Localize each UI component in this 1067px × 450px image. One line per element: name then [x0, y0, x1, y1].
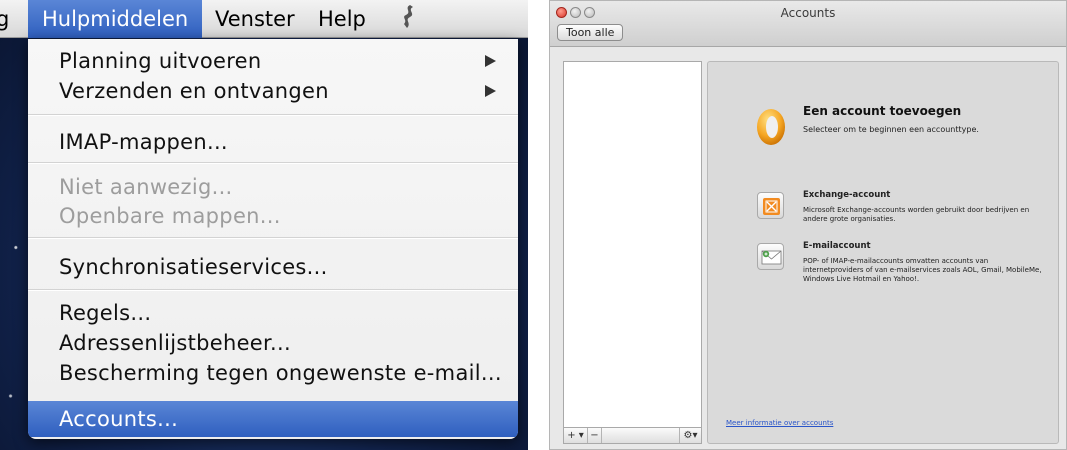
exchange-account-description: Microsoft Exchange-accounts worden gebru…	[803, 206, 1030, 223]
menu-bar-item-help[interactable]: Help	[318, 0, 366, 38]
menu-item-label: Verzenden en ontvangen	[59, 79, 329, 103]
show-all-button[interactable]: Toon alle	[557, 24, 624, 41]
email-account-icon[interactable]	[757, 243, 784, 270]
menu-item-regels[interactable]: Regels...	[59, 299, 506, 327]
add-account-pane: Een account toevoegen Selecteer om te be…	[707, 61, 1059, 444]
exchange-account-name: Exchange-account	[803, 190, 891, 200]
menu-item-accounts[interactable]: Accounts...	[28, 401, 518, 437]
hulpmiddelen-dropdown-menu: Planning uitvoeren Verzenden en ontvange…	[28, 39, 518, 439]
email-account-option[interactable]: E-mailaccount POP- of IMAP-e-mailaccount…	[803, 241, 1043, 284]
window-title: Accounts	[780, 6, 836, 20]
menu-item-verzenden-en-ontvangen[interactable]: Verzenden en ontvangen	[59, 77, 506, 105]
outlook-logo-icon	[756, 108, 786, 146]
remove-account-button[interactable]: −	[588, 428, 602, 443]
exchange-account-option[interactable]: Exchange-account Microsoft Exchange-acco…	[803, 190, 1043, 224]
menu-item-label: Synchronisatieservices...	[59, 255, 328, 279]
menu-separator	[28, 162, 518, 164]
menu-bar-item-venster[interactable]: Venster	[215, 0, 295, 38]
email-account-name: E-mailaccount	[803, 241, 871, 251]
menu-item-label: IMAP-mappen...	[59, 130, 228, 154]
menu-item-label: Regels...	[59, 301, 152, 325]
accounts-list[interactable]: + ▾ − ⚙▾	[563, 61, 702, 444]
window-titlebar: Accounts Toon alle	[550, 1, 1066, 47]
menu-item-synchronisatieservices[interactable]: Synchronisatieservices...	[59, 253, 506, 281]
menu-item-bescherming-ongewenste-email[interactable]: Bescherming tegen ongewenste e-mail...	[59, 359, 506, 387]
exchange-icon[interactable]	[757, 192, 784, 219]
accounts-window: Accounts Toon alle + ▾ − ⚙▾ Een account …	[549, 0, 1067, 450]
menu-item-label: Niet aanwezig...	[59, 175, 233, 199]
menu-screenshot: g Hulpmiddelen Venster Help Planning uit…	[0, 0, 528, 450]
menu-item-openbare-mappen: Openbare mappen...	[59, 202, 506, 230]
menu-item-label: Bescherming tegen ongewenste e-mail...	[59, 361, 502, 385]
add-account-button[interactable]: + ▾	[564, 428, 588, 443]
submenu-arrow-icon	[485, 55, 496, 67]
menu-item-planning-uitvoeren[interactable]: Planning uitvoeren	[59, 47, 506, 75]
menu-bar: g Hulpmiddelen Venster Help	[0, 0, 528, 38]
menu-item-niet-aanwezig: Niet aanwezig...	[59, 173, 506, 201]
menu-bar-item-cut[interactable]: g	[0, 0, 12, 38]
menu-item-imap-mappen[interactable]: IMAP-mappen...	[59, 128, 506, 156]
accounts-list-toolbar: + ▾ − ⚙▾	[564, 427, 701, 443]
more-info-link[interactable]: Meer informatie over accounts	[726, 419, 833, 427]
menu-item-label: Openbare mappen...	[59, 204, 281, 228]
menu-bar-item-hulpmiddelen[interactable]: Hulpmiddelen	[28, 0, 203, 38]
menu-item-label: Planning uitvoeren	[59, 49, 262, 73]
gear-icon[interactable]: ⚙▾	[679, 428, 701, 443]
menu-item-adressenlijstbeheer[interactable]: Adressenlijstbeheer...	[59, 329, 506, 357]
menu-separator	[28, 237, 518, 239]
menu-item-label: Accounts...	[59, 407, 179, 431]
email-account-description: POP- of IMAP-e-mailaccounts omvatten acc…	[803, 257, 1042, 283]
add-account-title: Een account toevoegen	[803, 104, 962, 118]
applescript-icon[interactable]	[398, 2, 420, 32]
menu-separator	[28, 114, 518, 116]
menu-separator	[28, 289, 518, 291]
add-account-subtitle: Selecteer om te beginnen een accounttype…	[803, 125, 979, 134]
menu-item-label: Adressenlijstbeheer...	[59, 331, 291, 355]
submenu-arrow-icon	[485, 85, 496, 97]
